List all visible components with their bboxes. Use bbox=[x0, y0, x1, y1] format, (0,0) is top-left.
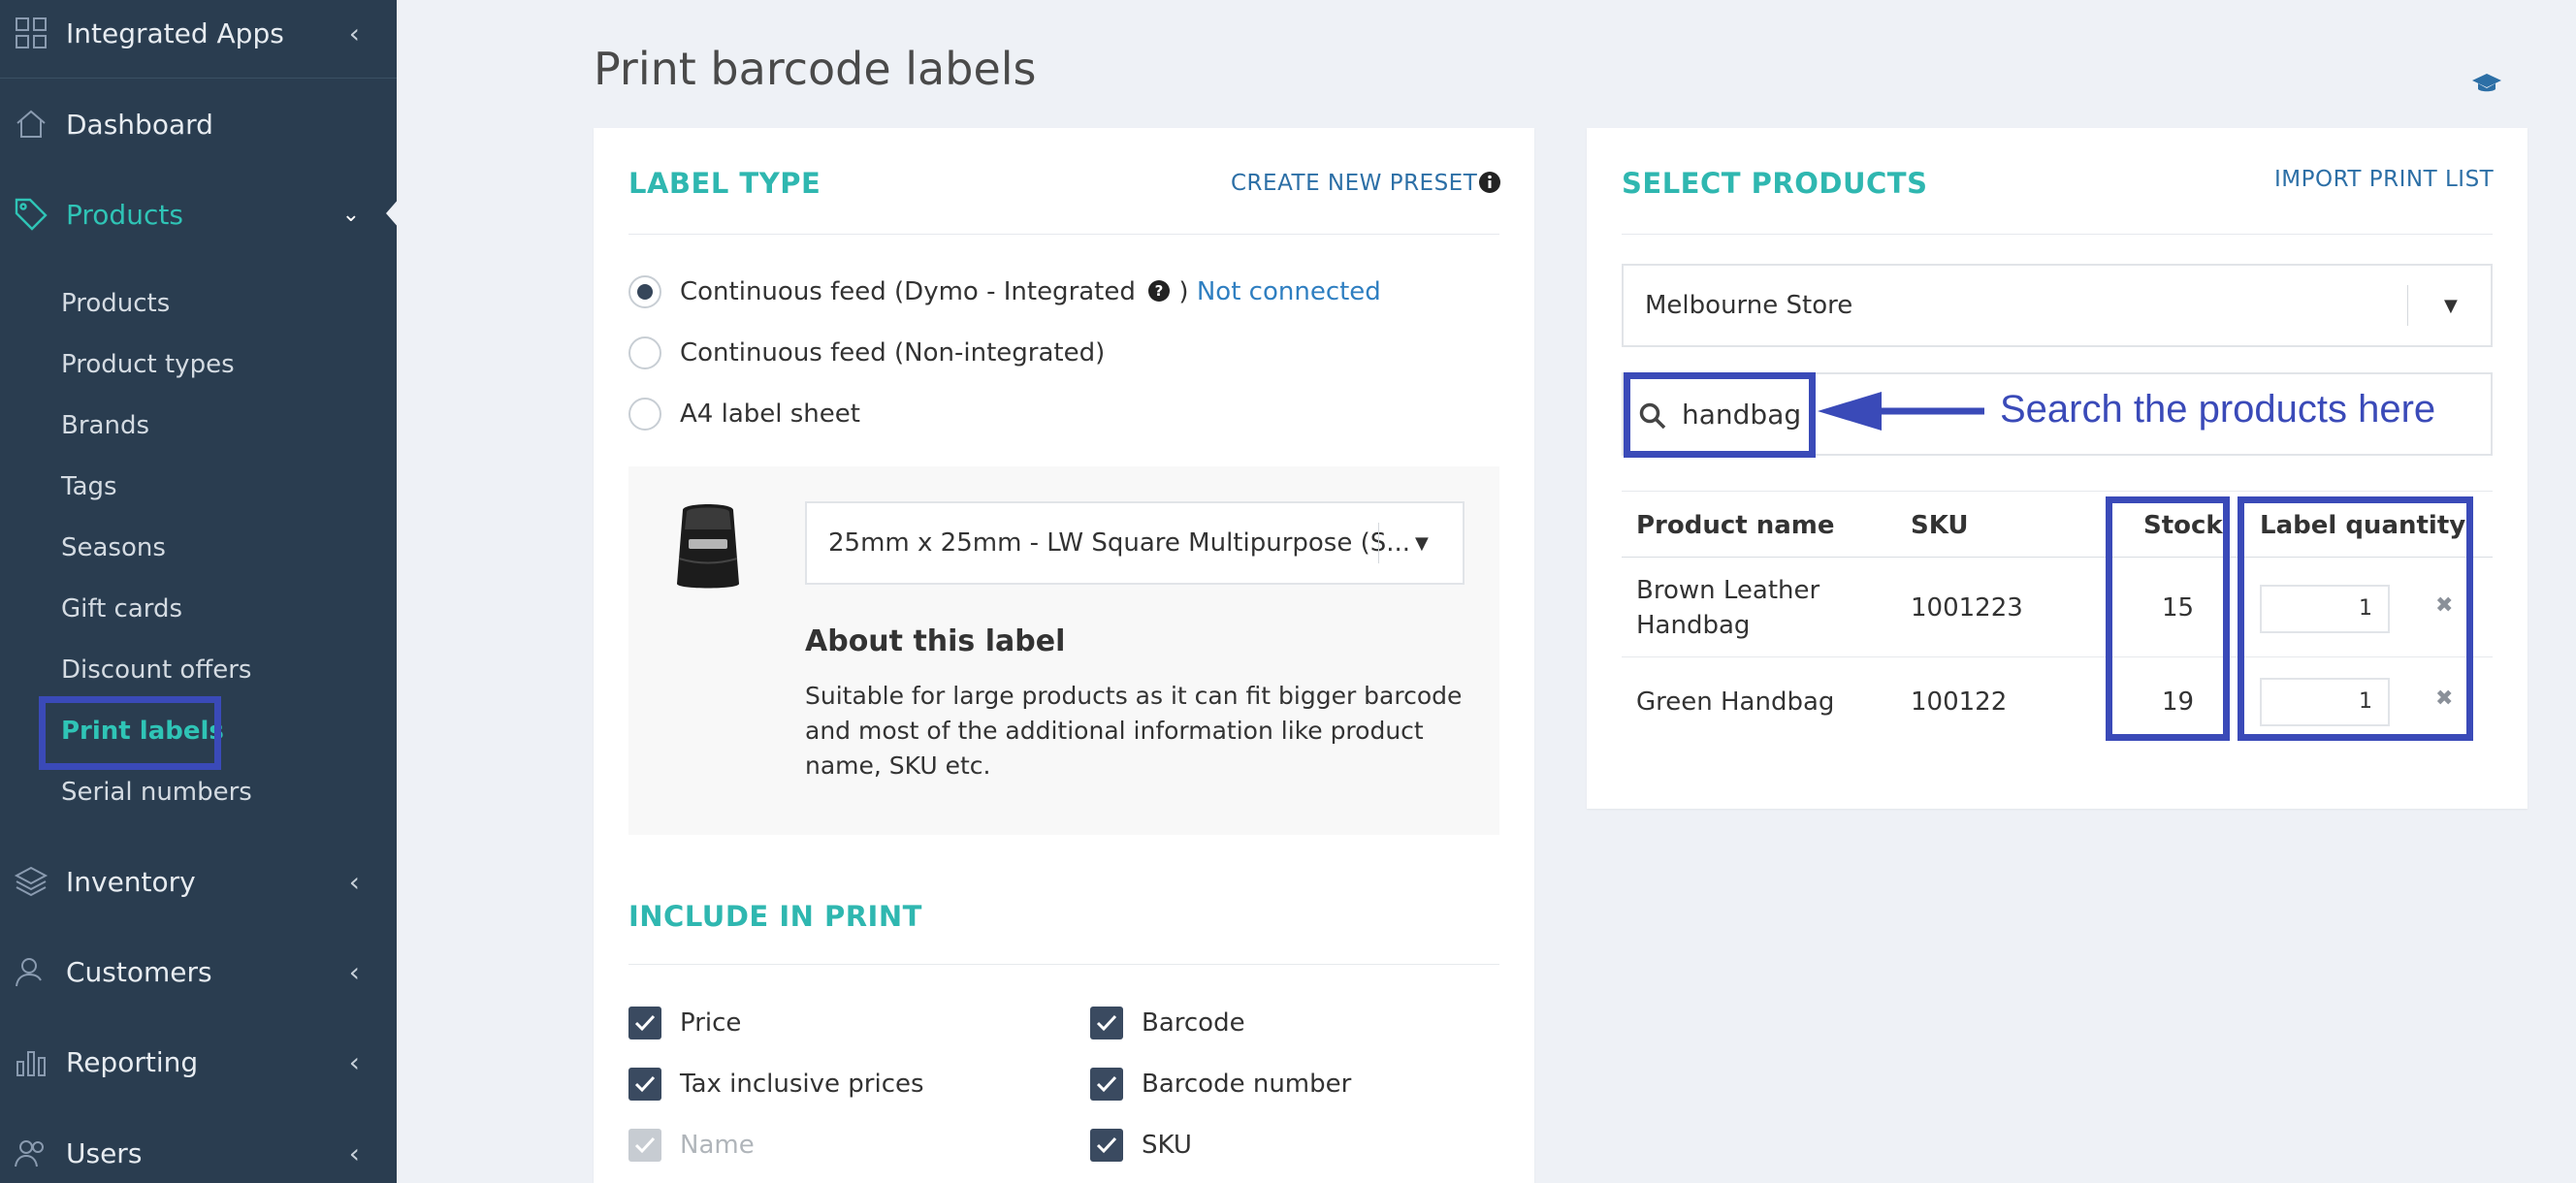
nav-label: Integrated Apps bbox=[66, 16, 284, 49]
checkbox-name bbox=[628, 1129, 661, 1162]
chevron-left-icon: ‹ bbox=[348, 1136, 360, 1169]
sidebar-item-gift-cards[interactable]: Gift cards bbox=[61, 590, 182, 628]
sidebar-item-product-types[interactable]: Product types bbox=[61, 345, 235, 384]
highlight-box bbox=[1624, 372, 1816, 458]
checkbox-barcode[interactable] bbox=[1090, 1007, 1123, 1039]
option-text: Continuous feed (Dymo - Integrated bbox=[680, 277, 1136, 306]
radio-non-integrated[interactable] bbox=[628, 336, 661, 369]
product-name: Green Handbag bbox=[1636, 685, 1834, 719]
connection-status-link[interactable]: Not connected bbox=[1197, 277, 1381, 306]
radio-label-non-integrated: Continuous feed (Non-integrated) bbox=[680, 338, 1106, 368]
layers-icon bbox=[12, 862, 50, 901]
active-indicator bbox=[386, 198, 400, 229]
users-icon bbox=[12, 1134, 50, 1172]
chevron-left-icon: ‹ bbox=[348, 865, 360, 898]
select-divider bbox=[2407, 285, 2408, 326]
column-header-sku: SKU bbox=[1911, 511, 1969, 540]
page-title: Print barcode labels bbox=[594, 43, 1037, 95]
highlight-box bbox=[39, 696, 221, 770]
divider bbox=[0, 78, 397, 79]
sidebar-item-discount-offers[interactable]: Discount offers bbox=[61, 651, 251, 689]
sidebar-item-brands[interactable]: Brands bbox=[61, 406, 149, 445]
sidebar-item-seasons[interactable]: Seasons bbox=[61, 528, 166, 567]
sidebar-item-serial-numbers[interactable]: Serial numbers bbox=[61, 773, 252, 812]
nav-label: Products bbox=[66, 198, 183, 231]
preset-select-value: 25mm x 25mm - LW Square Multipurpose (S.… bbox=[828, 528, 1411, 558]
create-preset-button[interactable]: CREATE NEW PRESET bbox=[1231, 171, 1477, 196]
chevron-left-icon: ‹ bbox=[348, 955, 360, 988]
divider bbox=[628, 234, 1499, 235]
option-suffix: ) bbox=[1178, 277, 1189, 306]
highlight-box bbox=[2238, 496, 2473, 741]
checkbox-tax-inclusive[interactable] bbox=[628, 1068, 661, 1101]
product-name-line: Brown Leather bbox=[1636, 576, 1820, 605]
highlight-box bbox=[2106, 496, 2230, 741]
import-print-list-button[interactable]: IMPORT PRINT LIST bbox=[2274, 167, 2494, 192]
nav-reporting[interactable]: Reporting ‹ bbox=[0, 1023, 397, 1101]
product-name: Brown Leather Handbag bbox=[1636, 573, 1819, 643]
checkbox-label-barcode-number: Barcode number bbox=[1142, 1070, 1352, 1099]
home-icon bbox=[12, 105, 50, 144]
divider bbox=[628, 964, 1499, 965]
chevron-left-icon: ‹ bbox=[348, 1045, 360, 1078]
product-name-line: Green Handbag bbox=[1636, 687, 1835, 717]
checkbox-label-price: Price bbox=[680, 1008, 742, 1038]
bar-chart-icon bbox=[12, 1042, 50, 1081]
annotation-arrow bbox=[1814, 390, 1984, 436]
radio-a4-sheet[interactable] bbox=[628, 398, 661, 431]
svg-text:?: ? bbox=[1155, 282, 1164, 300]
help-icon[interactable]: ? bbox=[1147, 279, 1171, 309]
sidebar: Integrated Apps ‹ Dashboard Products ⌄ P… bbox=[0, 0, 400, 1183]
graduation-cap-icon[interactable] bbox=[2471, 72, 2502, 99]
about-label-text: Suitable for large products as it can fi… bbox=[805, 682, 1463, 780]
divider bbox=[1622, 234, 2493, 235]
checkbox-price[interactable] bbox=[628, 1007, 661, 1039]
checkbox-barcode-number[interactable] bbox=[1090, 1068, 1123, 1101]
grid-icon bbox=[12, 14, 50, 52]
tag-icon bbox=[12, 195, 50, 234]
nav-integrated-apps[interactable]: Integrated Apps ‹ bbox=[0, 0, 397, 72]
nav-customers[interactable]: Customers ‹ bbox=[0, 933, 397, 1010]
checkbox-label-name: Name bbox=[680, 1131, 755, 1160]
search-annotation: Search the products here bbox=[2000, 388, 2436, 431]
divider bbox=[1622, 491, 2493, 492]
about-label-title: About this label bbox=[805, 624, 1066, 658]
nav-dashboard[interactable]: Dashboard bbox=[0, 85, 397, 163]
preset-select[interactable]: 25mm x 25mm - LW Square Multipurpose (S.… bbox=[805, 501, 1465, 585]
chevron-left-icon: ‹ bbox=[348, 16, 360, 49]
select-products-title: SELECT PRODUCTS bbox=[1622, 167, 1928, 200]
label-printer-image bbox=[669, 500, 747, 595]
checkbox-label-barcode: Barcode bbox=[1142, 1008, 1245, 1038]
radio-dymo-integrated[interactable] bbox=[628, 275, 661, 308]
nav-label: Dashboard bbox=[66, 108, 213, 141]
product-name-line: Handbag bbox=[1636, 611, 1751, 640]
nav-label: Reporting bbox=[66, 1045, 199, 1078]
sidebar-item-tags[interactable]: Tags bbox=[61, 467, 117, 506]
store-select[interactable]: Melbourne Store ▼ bbox=[1622, 264, 2493, 347]
sidebar-item-products[interactable]: Products bbox=[61, 284, 170, 323]
radio-label-dymo-integrated: Continuous feed (Dymo - Integrated ? ) N… bbox=[680, 277, 1381, 309]
user-icon bbox=[12, 952, 50, 991]
include-in-print-title: INCLUDE IN PRINT bbox=[628, 900, 922, 933]
column-header-product-name: Product name bbox=[1636, 511, 1835, 540]
label-type-title: LABEL TYPE bbox=[628, 167, 821, 200]
nav-products[interactable]: Products ⌄ bbox=[0, 176, 397, 253]
nav-label: Inventory bbox=[66, 865, 196, 898]
product-sku: 100122 bbox=[1911, 687, 2008, 717]
checkbox-label-tax-inclusive: Tax inclusive prices bbox=[680, 1070, 924, 1099]
caret-down-icon: ▼ bbox=[2444, 295, 2458, 316]
caret-down-icon: ▼ bbox=[1415, 532, 1429, 554]
nav-label: Customers bbox=[66, 955, 212, 988]
checkbox-label-sku: SKU bbox=[1142, 1131, 1192, 1160]
store-select-value: Melbourne Store bbox=[1645, 291, 1853, 320]
nav-inventory[interactable]: Inventory ‹ bbox=[0, 843, 397, 920]
nav-label: Users bbox=[66, 1136, 143, 1169]
info-icon[interactable] bbox=[1478, 171, 1501, 198]
product-sku: 1001223 bbox=[1911, 593, 2023, 623]
nav-users[interactable]: Users ‹ bbox=[0, 1114, 397, 1183]
checkbox-sku[interactable] bbox=[1090, 1129, 1123, 1162]
chevron-down-icon: ⌄ bbox=[341, 202, 360, 227]
select-divider bbox=[1378, 523, 1379, 563]
radio-label-a4-sheet: A4 label sheet bbox=[680, 400, 860, 429]
